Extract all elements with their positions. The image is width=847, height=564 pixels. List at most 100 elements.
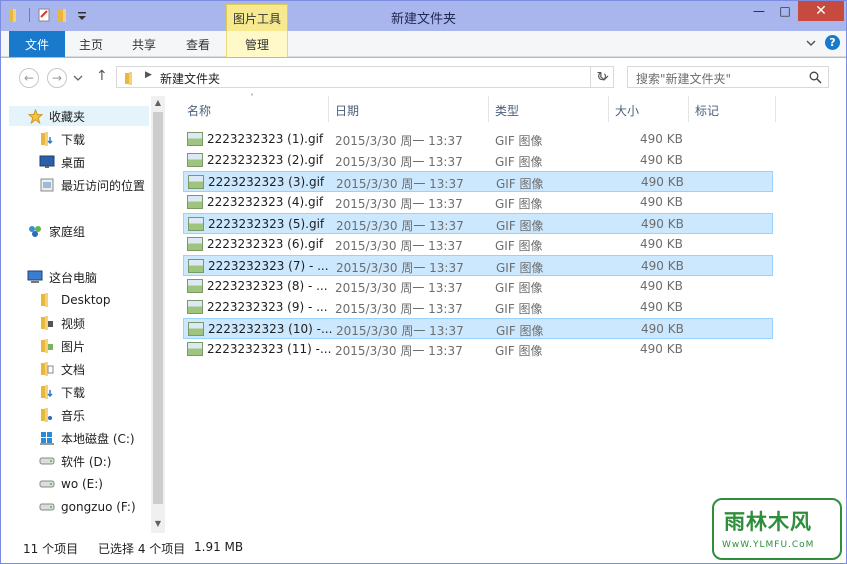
nav-music-label: 音乐 xyxy=(61,408,86,423)
nav-drive-c[interactable]: 本地磁盘 (C:) xyxy=(39,428,135,448)
nav-drive-f[interactable]: gongzuo (F:) xyxy=(39,497,136,517)
file-size: 490 KB xyxy=(641,175,684,189)
scroll-down-icon[interactable]: ▼ xyxy=(151,519,165,528)
forward-button[interactable]: → xyxy=(47,68,67,88)
close-button[interactable]: ✕ xyxy=(798,1,844,21)
nav-drive-e-label: wo (E:) xyxy=(61,477,103,491)
file-size: 490 KB xyxy=(640,279,683,293)
file-row[interactable]: 2223232323 (4).gif 2015/3/30 周一 13:37 GIF … xyxy=(183,192,773,213)
file-row[interactable]: 2223232323 (2).gif 2015/3/30 周一 13:37 GIF … xyxy=(183,150,773,171)
minimize-button[interactable]: — xyxy=(746,1,772,21)
nav-recent-places-label: 最近访问的位置 xyxy=(61,178,146,193)
selection-size: 1.91 MB xyxy=(194,540,244,554)
column-header-size[interactable]: 大小 xyxy=(615,102,639,119)
homegroup-icon xyxy=(27,223,43,239)
search-icon[interactable] xyxy=(809,71,822,84)
nav-recent-places[interactable]: 最近访问的位置 xyxy=(39,175,145,195)
downloads-folder-icon xyxy=(39,384,55,400)
tab-share[interactable]: 共享 xyxy=(117,31,171,57)
nav-downloads-label: 下载 xyxy=(61,132,86,147)
scrollbar-thumb[interactable] xyxy=(153,112,163,504)
address-row: ← → ↑ ▶ 新建文件夹 ↻ 搜索"新建文件夹" xyxy=(1,58,846,96)
folder-icon xyxy=(125,72,132,85)
nav-drive-c-label: 本地磁盘 (C:) xyxy=(61,431,135,446)
navigation-pane: 收藏夹 下载 桌面 最近访问的位置 家庭组 这台电脑 Desktop 视频 图片… xyxy=(1,96,151,533)
close-icon: ✕ xyxy=(815,3,827,19)
search-placeholder: 搜索"新建文件夹" xyxy=(636,72,732,86)
address-bar[interactable]: ▶ 新建文件夹 xyxy=(116,66,614,88)
file-row[interactable]: 2223232323 (8) - ... 2015/3/30 周一 13:37 GI… xyxy=(183,276,773,297)
star-icon xyxy=(27,108,43,124)
pictures-folder-icon xyxy=(39,338,55,354)
column-header-type[interactable]: 类型 xyxy=(495,102,519,119)
nav-this-pc[interactable]: 这台电脑 xyxy=(27,267,97,287)
nav-downloads[interactable]: 下载 xyxy=(39,129,85,149)
nav-drive-f-label: gongzuo (F:) xyxy=(61,500,136,514)
history-dropdown-icon[interactable] xyxy=(73,74,83,82)
file-size: 490 KB xyxy=(640,153,683,167)
search-input[interactable]: 搜索"新建文件夹" xyxy=(627,66,829,88)
up-arrow-icon: ↑ xyxy=(96,68,108,84)
nav-drive-e[interactable]: wo (E:) xyxy=(39,474,103,494)
tab-manage[interactable]: 管理 xyxy=(226,31,288,57)
nav-desktop-folder[interactable]: Desktop xyxy=(39,290,111,310)
nav-pictures[interactable]: 图片 xyxy=(39,336,85,356)
gif-image-icon xyxy=(187,195,203,209)
downloads-folder-icon xyxy=(39,131,55,147)
nav-desktop[interactable]: 桌面 xyxy=(39,152,85,172)
nav-music[interactable]: 音乐 xyxy=(39,405,85,425)
file-row[interactable]: 2223232323 (10) -... 2015/3/30 周一 13:37 GI… xyxy=(183,318,773,339)
breadcrumb-chevron-icon[interactable]: ▶ xyxy=(145,70,152,80)
back-button[interactable]: ← xyxy=(19,68,39,88)
file-date: 2015/3/30 周一 13:37 xyxy=(336,219,464,233)
file-date: 2015/3/30 周一 13:37 xyxy=(335,197,463,211)
file-row[interactable]: 2223232323 (3).gif 2015/3/30 周一 13:37 GIF … xyxy=(183,171,773,192)
refresh-button[interactable]: ↻ xyxy=(590,66,614,88)
navigation-scrollbar[interactable]: ▲ ▼ xyxy=(151,96,165,533)
file-row[interactable]: 2223232323 (11) -... 2015/3/30 周一 13:37 GI… xyxy=(183,339,773,360)
column-divider xyxy=(608,96,609,122)
watermark-logo: 雨林木风 WwW.YLMFU.CoM xyxy=(712,498,842,560)
breadcrumb-current-folder[interactable]: 新建文件夹 xyxy=(160,70,220,87)
nav-downloads-pc[interactable]: 下载 xyxy=(39,382,85,402)
file-date: 2015/3/30 周一 13:37 xyxy=(335,239,463,253)
up-button[interactable]: ↑ xyxy=(96,68,108,84)
maximize-icon: □ xyxy=(779,4,791,18)
nav-videos-label: 视频 xyxy=(61,316,86,331)
explorer-window: 图片工具 新建文件夹 — □ ✕ 文件 主页 共享 查看 管理 ? ← → ↑ … xyxy=(0,0,847,564)
file-row[interactable]: 2223232323 (9) - ... 2015/3/30 周一 13:37 GI… xyxy=(183,297,773,318)
nav-documents[interactable]: 文档 xyxy=(39,359,85,379)
content-area: 收藏夹 下载 桌面 最近访问的位置 家庭组 这台电脑 Desktop 视频 图片… xyxy=(1,93,846,533)
nav-downloads-pc-label: 下载 xyxy=(61,385,86,400)
expand-ribbon-icon[interactable] xyxy=(805,37,817,49)
nav-favorites[interactable]: 收藏夹 xyxy=(9,106,149,126)
file-row[interactable]: 2223232323 (5).gif 2015/3/30 周一 13:37 GIF … xyxy=(183,213,773,234)
file-name: 2223232323 (2).gif xyxy=(207,153,324,167)
gif-image-icon xyxy=(188,322,204,336)
file-row[interactable]: 2223232323 (6).gif 2015/3/30 周一 13:37 GIF … xyxy=(183,234,773,255)
back-arrow-icon: ← xyxy=(23,71,35,85)
nav-homegroup-label: 家庭组 xyxy=(49,224,86,239)
scroll-up-icon[interactable]: ▲ xyxy=(151,98,165,107)
tab-home[interactable]: 主页 xyxy=(65,31,117,57)
column-header-name[interactable]: 名称 xyxy=(187,102,211,119)
file-row[interactable]: 2223232323 (1).gif 2015/3/30 周一 13:37 GIF … xyxy=(183,129,773,150)
file-date: 2015/3/30 周一 13:37 xyxy=(335,155,463,169)
help-icon[interactable]: ? xyxy=(825,35,840,50)
file-type: GIF 图像 xyxy=(495,155,543,169)
file-row[interactable]: 2223232323 (7) - ... 2015/3/30 周一 13:37 GI… xyxy=(183,255,773,276)
nav-homegroup[interactable]: 家庭组 xyxy=(27,221,85,241)
tab-file[interactable]: 文件 xyxy=(9,31,65,57)
tab-view[interactable]: 查看 xyxy=(171,31,225,57)
file-size: 490 KB xyxy=(641,259,684,273)
maximize-button[interactable]: □ xyxy=(772,1,798,21)
column-divider xyxy=(328,96,329,122)
watermark-url: WwW.YLMFU.CoM xyxy=(722,540,815,550)
column-header-tags[interactable]: 标记 xyxy=(695,102,719,119)
nav-desktop-label: 桌面 xyxy=(61,155,86,170)
window-controls: — □ ✕ xyxy=(746,1,844,21)
nav-videos[interactable]: 视频 xyxy=(39,313,85,333)
column-header-date[interactable]: 日期 xyxy=(335,102,359,119)
nav-drive-d[interactable]: 软件 (D:) xyxy=(39,451,111,471)
gif-image-icon xyxy=(188,175,204,189)
